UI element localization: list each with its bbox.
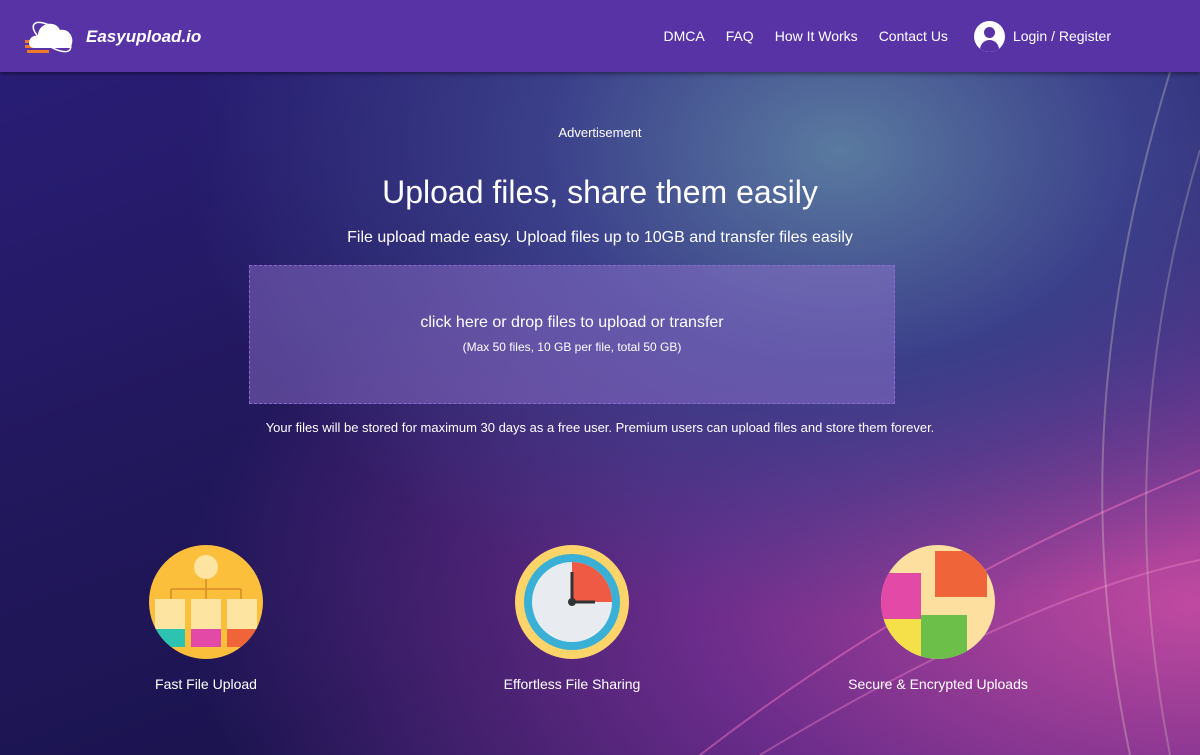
nav-dmca[interactable]: DMCA [663,28,704,44]
sitemap-icon [149,545,263,659]
nav-contact-us[interactable]: Contact Us [879,28,948,44]
page-title: Upload files, share them easily [382,174,818,210]
feature-label: Effortless File Sharing [503,676,641,692]
cloud-logo-icon [25,21,73,53]
advertisement-label: Advertisement [558,125,642,140]
logo-text: Easyupload.io [86,27,202,46]
feature-fast-upload: Fast File Upload [96,545,316,692]
top-navbar: Easyupload.io DMCA FAQ How It Works Cont… [0,0,1200,72]
feature-label: Secure & Encrypted Uploads [848,676,1028,692]
main-nav: DMCA FAQ How It Works Contact Us Login /… [642,0,1111,72]
clock-icon [515,545,629,659]
dropzone-limits: (Max 50 files, 10 GB per file, total 50 … [462,340,682,354]
user-avatar-icon[interactable] [973,20,1005,52]
nav-how-it-works[interactable]: How It Works [775,28,858,44]
login-register-link[interactable]: Login / Register [1013,28,1111,44]
feature-secure-uploads: Secure & Encrypted Uploads [828,545,1048,692]
dropzone-text: click here or drop files to upload or tr… [420,314,724,331]
logo[interactable]: Easyupload.io [22,12,201,62]
page-subtitle: File upload made easy. Upload files up t… [347,229,853,246]
nav-faq[interactable]: FAQ [726,28,754,44]
feature-file-sharing: Effortless File Sharing [462,545,682,692]
puzzle-icon [881,545,995,659]
feature-label: Fast File Upload [155,676,257,692]
storage-note: Your files will be stored for maximum 30… [265,420,935,435]
upload-dropzone[interactable]: click here or drop files to upload or tr… [249,265,895,404]
